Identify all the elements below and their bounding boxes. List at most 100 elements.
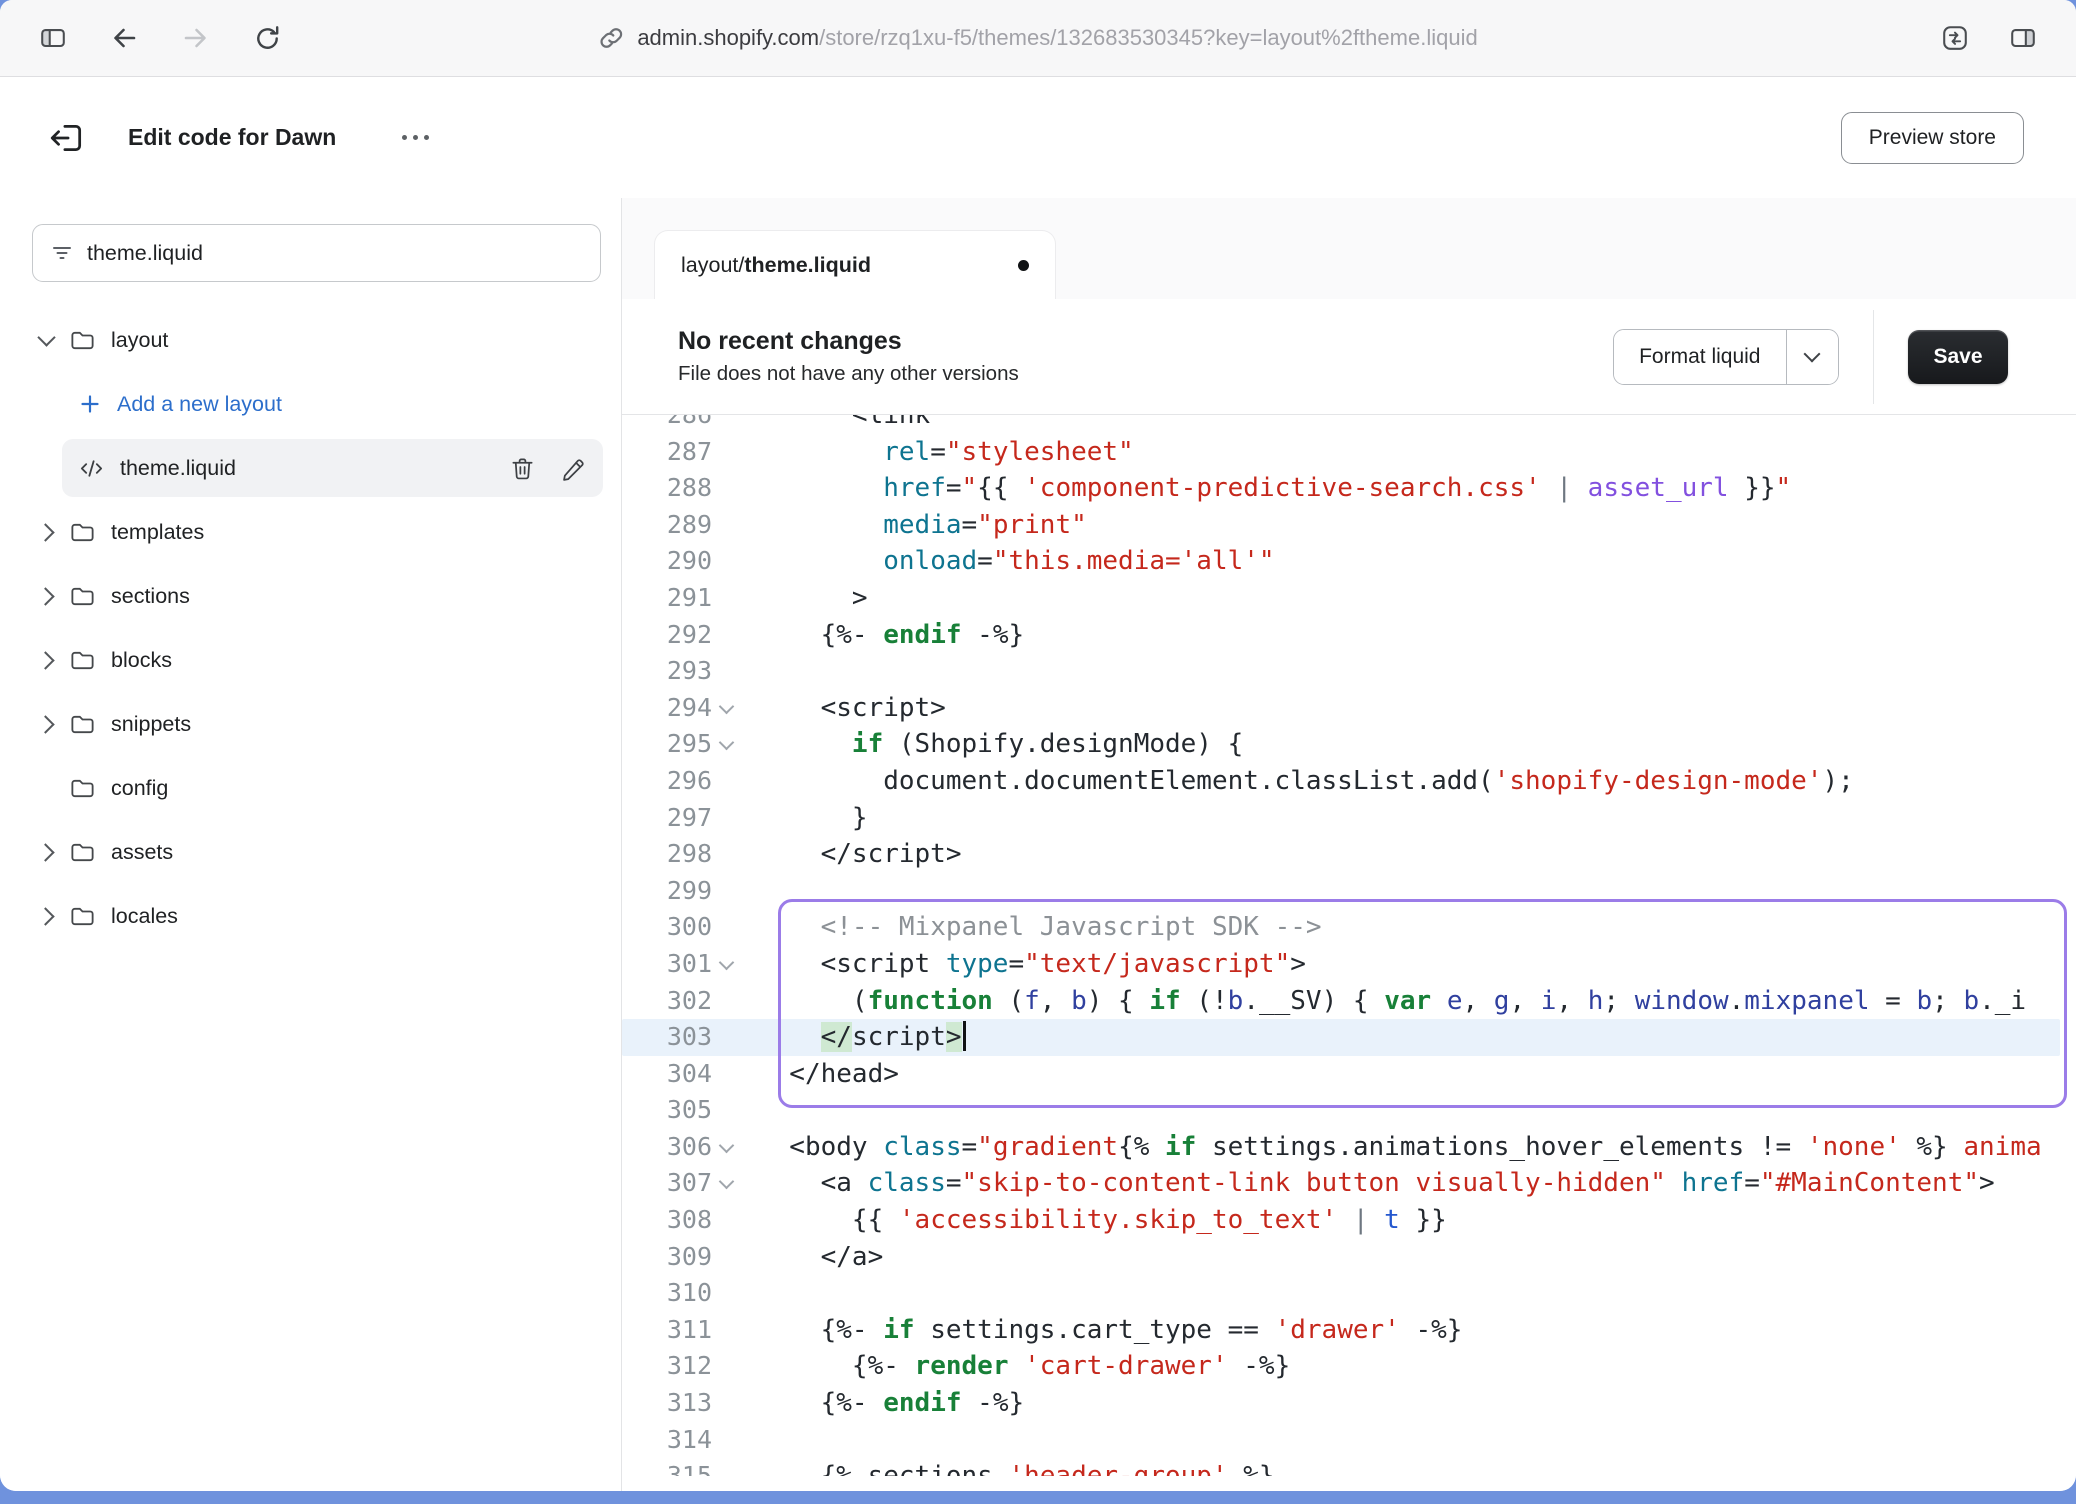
format-liquid-button[interactable]: Format liquid — [1614, 330, 1785, 384]
split-view-button[interactable] — [2008, 23, 2038, 53]
code-line-307[interactable]: 307 <a class="skip-to-content-link butto… — [622, 1165, 2076, 1202]
chevron-right-icon — [36, 651, 54, 669]
fold-toggle-icon[interactable] — [712, 946, 740, 983]
folder-snippets[interactable]: snippets — [0, 692, 621, 756]
code-text: <a class="skip-to-content-link button vi… — [740, 1165, 1995, 1202]
reload-button[interactable] — [252, 23, 283, 54]
fold-gutter — [712, 1019, 740, 1056]
code-line-289[interactable]: 289 media="print" — [622, 507, 2076, 544]
format-options-dropdown[interactable] — [1786, 330, 1838, 384]
line-number: 299 — [622, 873, 712, 910]
line-number: 306 — [622, 1129, 712, 1166]
rename-file-icon[interactable] — [560, 455, 587, 482]
code-line-297[interactable]: 297 } — [622, 800, 2076, 837]
code-line-309[interactable]: 309 </a> — [622, 1239, 2076, 1276]
fold-toggle-icon[interactable] — [712, 726, 740, 763]
code-line-306[interactable]: 306 <body class="gradient{% if settings.… — [622, 1129, 2076, 1166]
line-number: 309 — [622, 1239, 712, 1276]
sidebar-toggle-icon[interactable] — [38, 23, 68, 53]
line-number: 315 — [622, 1458, 712, 1476]
line-number: 310 — [622, 1275, 712, 1312]
tree-item-label: layout — [111, 328, 168, 353]
code-line-293[interactable]: 293 — [622, 653, 2076, 690]
file-theme-liquid[interactable]: theme.liquid — [62, 439, 603, 497]
code-line-308[interactable]: 308 {{ 'accessibility.skip_to_text' | t … — [622, 1202, 2076, 1239]
folder-layout[interactable]: layout — [0, 308, 621, 372]
code-line-302[interactable]: 302 (function (f, b) { if (!b.__SV) { va… — [622, 983, 2076, 1020]
line-number: 292 — [622, 617, 712, 654]
more-options-button[interactable] — [394, 127, 437, 148]
fold-toggle-icon[interactable] — [712, 690, 740, 727]
fold-toggle-icon[interactable] — [712, 1165, 740, 1202]
folder-blocks[interactable]: blocks — [0, 628, 621, 692]
tree-item-label: Add a new layout — [117, 392, 282, 417]
address-bar[interactable]: admin.shopify.com/store/rzq1xu-f5/themes… — [598, 25, 1477, 51]
folder-templates[interactable]: templates — [0, 500, 621, 564]
tree-item-label: snippets — [111, 712, 191, 737]
plus-icon — [78, 392, 102, 416]
code-line-286[interactable]: 286 <link — [622, 415, 2076, 434]
folder-assets[interactable]: assets — [0, 820, 621, 884]
code-line-304[interactable]: 304 </head> — [622, 1056, 2076, 1093]
code-line-315[interactable]: 315 {% sections 'header-group' %} — [622, 1458, 2076, 1476]
fold-gutter — [712, 653, 740, 690]
code-text — [740, 1275, 758, 1312]
file-search-box[interactable] — [32, 224, 601, 282]
code-line-295[interactable]: 295 if (Shopify.designMode) { — [622, 726, 2076, 763]
tree-item-label: config — [111, 776, 168, 801]
chevron-right-icon — [36, 715, 54, 733]
code-line-311[interactable]: 311 {%- if settings.cart_type == 'drawer… — [622, 1312, 2076, 1349]
code-line-313[interactable]: 313 {%- endif -%} — [622, 1385, 2076, 1422]
back-arrow-icon — [108, 22, 140, 54]
folder-config[interactable]: config — [0, 756, 621, 820]
exit-code-editor-button[interactable] — [48, 119, 86, 157]
code-line-314[interactable]: 314 — [622, 1422, 2076, 1459]
code-line-301[interactable]: 301 <script type="text/javascript"> — [622, 946, 2076, 983]
forward-button[interactable] — [180, 22, 212, 54]
add-new-layout-button[interactable]: Add a new layout — [0, 372, 621, 436]
tree-chevron-slot — [30, 590, 62, 603]
extensions-button[interactable] — [1940, 23, 1970, 53]
line-number: 302 — [622, 983, 712, 1020]
chevron-right-icon — [36, 843, 54, 861]
line-number: 298 — [622, 836, 712, 873]
code-editor[interactable]: 286 <link287 rel="stylesheet"288 href="{… — [622, 415, 2076, 1476]
unsaved-indicator-dot — [1018, 260, 1029, 271]
code-line-305[interactable]: 305 — [622, 1092, 2076, 1129]
code-line-288[interactable]: 288 href="{{ 'component-predictive-searc… — [622, 470, 2076, 507]
code-line-312[interactable]: 312 {%- render 'cart-drawer' -%} — [622, 1348, 2076, 1385]
code-line-310[interactable]: 310 — [622, 1275, 2076, 1312]
save-button[interactable]: Save — [1908, 330, 2008, 384]
tree-item-label: theme.liquid — [120, 456, 236, 481]
tab-theme-liquid[interactable]: layout/theme.liquid — [654, 230, 1056, 299]
code-line-298[interactable]: 298 </script> — [622, 836, 2076, 873]
code-text — [740, 1092, 758, 1129]
delete-file-icon[interactable] — [509, 455, 536, 482]
folder-locales[interactable]: locales — [0, 884, 621, 948]
code-text — [740, 1422, 758, 1459]
file-search-input[interactable] — [87, 241, 583, 266]
format-liquid-button-group: Format liquid — [1613, 329, 1838, 385]
preview-store-button[interactable]: Preview store — [1841, 112, 2024, 164]
code-line-287[interactable]: 287 rel="stylesheet" — [622, 434, 2076, 471]
back-button[interactable] — [108, 22, 140, 54]
code-line-303[interactable]: 303 </script> — [622, 1019, 2060, 1056]
status-subtitle: File does not have any other versions — [678, 362, 1019, 386]
code-line-292[interactable]: 292 {%- endif -%} — [622, 617, 2076, 654]
page-title: Edit code for Dawn — [128, 124, 336, 151]
fold-gutter — [712, 909, 740, 946]
split-view-icon — [2008, 23, 2038, 53]
status-title: No recent changes — [678, 327, 1019, 356]
code-line-290[interactable]: 290 onload="this.media='all'" — [622, 543, 2076, 580]
code-line-299[interactable]: 299 — [622, 873, 2076, 910]
code-line-291[interactable]: 291 > — [622, 580, 2076, 617]
code-line-300[interactable]: 300 <!-- Mixpanel Javascript SDK --> — [622, 909, 2076, 946]
fold-gutter — [712, 836, 740, 873]
code-line-294[interactable]: 294 <script> — [622, 690, 2076, 727]
code-text: <body class="gradient{% if settings.anim… — [740, 1129, 2042, 1166]
fold-toggle-icon[interactable] — [712, 1129, 740, 1166]
folder-sections[interactable]: sections — [0, 564, 621, 628]
line-number: 288 — [622, 470, 712, 507]
code-text: {%- if settings.cart_type == 'drawer' -%… — [740, 1312, 1462, 1349]
code-line-296[interactable]: 296 document.documentElement.classList.a… — [622, 763, 2076, 800]
